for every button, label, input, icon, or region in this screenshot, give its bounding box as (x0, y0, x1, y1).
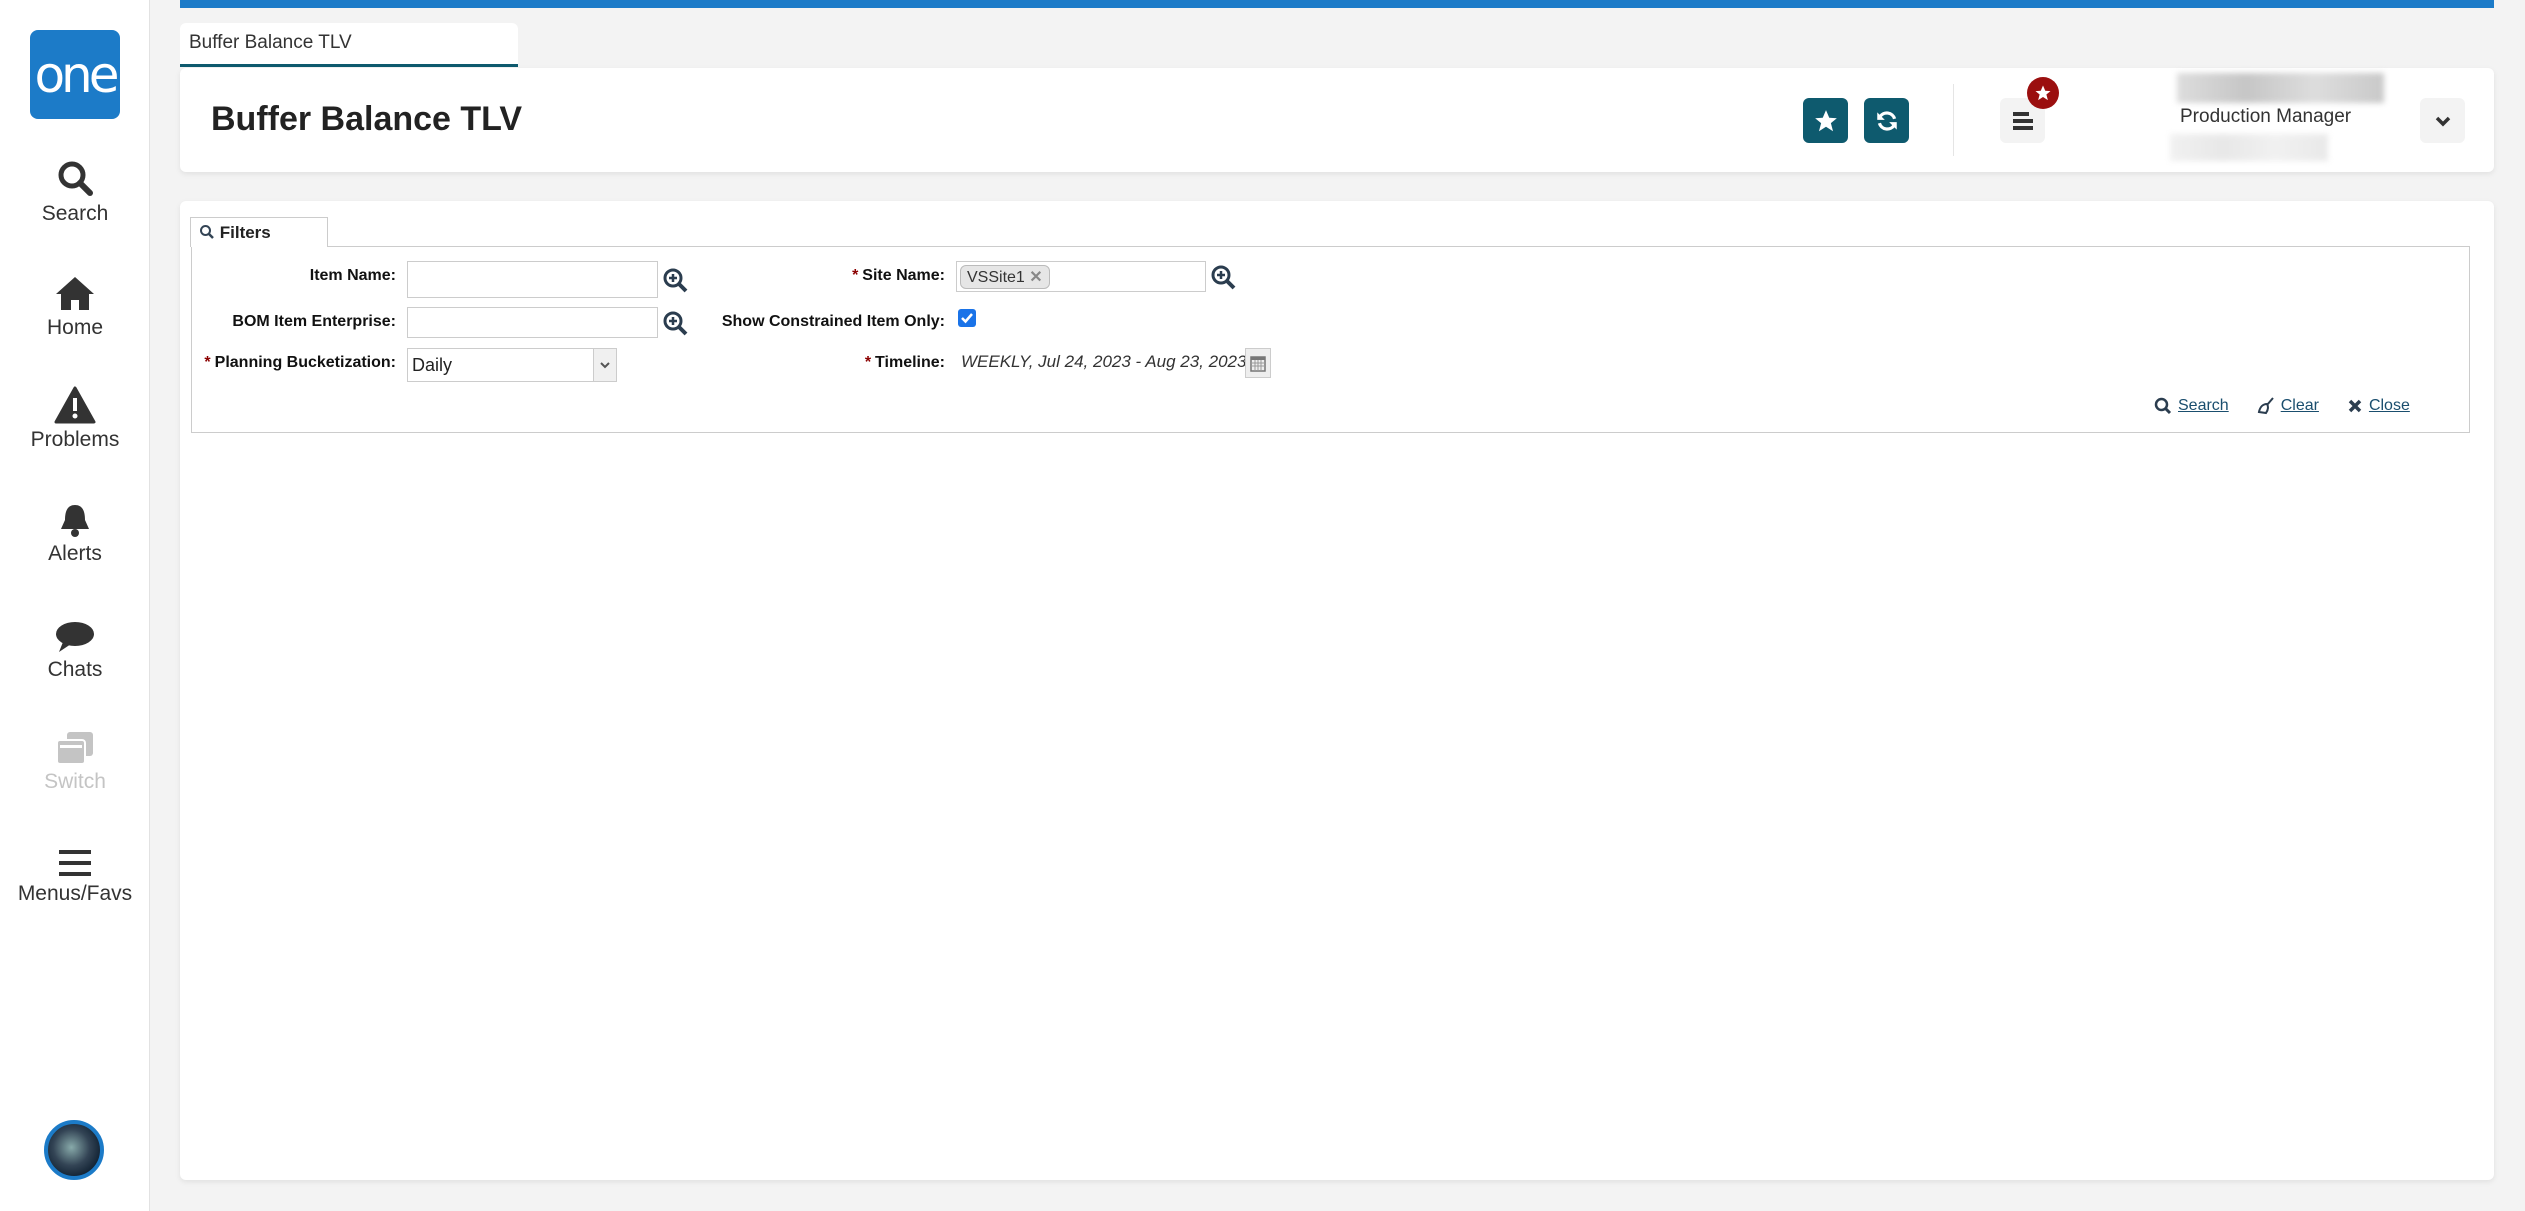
sidebar-item-search[interactable]: Search (0, 158, 150, 226)
star-icon (2035, 85, 2051, 101)
sidebar-item-chats[interactable]: Chats (0, 620, 150, 682)
sidebar-item-label: Problems (30, 428, 120, 451)
warning-icon (54, 386, 96, 424)
user-menu-dropdown[interactable] (2420, 98, 2465, 143)
site-name-input[interactable]: VSSite1 ✕ (956, 261, 1206, 292)
sidebar-item-label: Search (41, 202, 109, 225)
sidebar-item-home[interactable]: Home (0, 274, 150, 340)
dropdown-toggle[interactable] (593, 348, 617, 382)
sidebar-item-switch[interactable]: Switch (0, 730, 150, 794)
search-icon (200, 225, 214, 239)
remove-chip-icon[interactable]: ✕ (1029, 269, 1042, 286)
sidebar-item-alerts[interactable]: Alerts (0, 502, 150, 566)
sidebar-item-label: Menus/Favs (17, 882, 133, 905)
star-icon (1814, 109, 1837, 131)
close-icon (2348, 399, 2362, 413)
timeline-label: * Timeline: (680, 354, 945, 372)
close-link[interactable]: Close (2369, 397, 2410, 415)
broom-icon (2257, 397, 2274, 415)
sidebar-item-label: Switch (44, 770, 106, 793)
menu-icon (59, 850, 91, 876)
favorite-button[interactable] (1803, 98, 1848, 143)
redacted-user-detail (2170, 134, 2328, 161)
favorites-badge (2027, 77, 2059, 109)
item-name-label: Item Name: (309, 267, 396, 284)
search-icon (58, 161, 93, 196)
bell-icon (61, 505, 89, 537)
required-marker: * (864, 354, 872, 371)
item-name-input[interactable] (407, 261, 658, 298)
calendar-button[interactable] (1245, 348, 1271, 378)
top-accent-bar (180, 0, 2494, 8)
app-logo[interactable]: one (30, 30, 120, 119)
refresh-button[interactable] (1864, 98, 1909, 143)
planning-bucketization-label: * Planning Bucketization: (180, 354, 396, 372)
user-avatar[interactable] (44, 1120, 104, 1180)
tab-filters[interactable]: Filters (190, 217, 328, 247)
clear-link[interactable]: Clear (2281, 397, 2319, 415)
site-chip: VSSite1 ✕ (960, 265, 1050, 289)
label-text: Planning Bucketization: (214, 354, 396, 371)
planning-bucketization-select[interactable]: Daily (407, 348, 617, 382)
sidebar-item-menus-favs[interactable]: Menus/Favs (0, 848, 150, 906)
divider (1953, 84, 1954, 156)
tab-buffer-balance-tlv[interactable]: Buffer Balance TLV (180, 23, 518, 67)
search-action[interactable]: Search (2154, 397, 2229, 415)
redacted-user-name (2177, 73, 2384, 103)
close-action[interactable]: Close (2347, 397, 2410, 415)
search-icon (2154, 397, 2172, 415)
sidebar-item-label: Alerts (48, 542, 102, 565)
calendar-icon (1250, 356, 1266, 372)
timeline-value: WEEKLY, Jul 24, 2023 - Aug 23, 2023 (961, 352, 1247, 371)
label-text: Timeline: (875, 354, 945, 371)
switch-icon (56, 732, 93, 765)
bom-item-enterprise-label: BOM Item Enterprise: (232, 313, 396, 330)
refresh-icon (1876, 110, 1897, 131)
sidebar-item-label: Home (46, 316, 104, 339)
required-marker: * (204, 354, 211, 371)
home-icon (56, 277, 94, 310)
show-constrained-label: Show Constrained Item Only: (721, 313, 945, 330)
menu-icon (2012, 111, 2033, 130)
filters-panel: Filters Item Name: BOM Item Enterprise: … (180, 201, 2494, 1180)
selected-value: Daily (412, 355, 453, 375)
sidebar-item-label: Chats (47, 658, 103, 681)
site-name-label: * Site Name: (680, 267, 945, 285)
sidebar: one Search Home Problems Alerts Chats Sw… (0, 0, 150, 1211)
sidebar-item-problems[interactable]: Problems (0, 386, 150, 452)
checkmark-icon (961, 313, 973, 324)
tab-filters-label: Filters (219, 223, 271, 242)
show-constrained-checkbox[interactable] (958, 309, 976, 327)
chip-label: VSSite1 (967, 269, 1025, 286)
filter-actions: Search Clear Close (2154, 397, 2410, 415)
chat-icon (56, 622, 94, 652)
lookup-zoom-icon[interactable] (1210, 264, 1236, 290)
search-link[interactable]: Search (2178, 397, 2229, 415)
required-marker: * (852, 267, 859, 284)
page-header: Buffer Balance TLV Production Manager (180, 68, 2494, 172)
chevron-down-icon (600, 362, 610, 369)
label-text: Site Name: (862, 267, 945, 284)
user-role: Production Manager (2180, 106, 2352, 127)
chevron-down-icon (2435, 116, 2450, 126)
clear-action[interactable]: Clear (2257, 397, 2319, 415)
bom-item-enterprise-input[interactable] (407, 307, 658, 338)
page-title: Buffer Balance TLV (211, 100, 523, 138)
